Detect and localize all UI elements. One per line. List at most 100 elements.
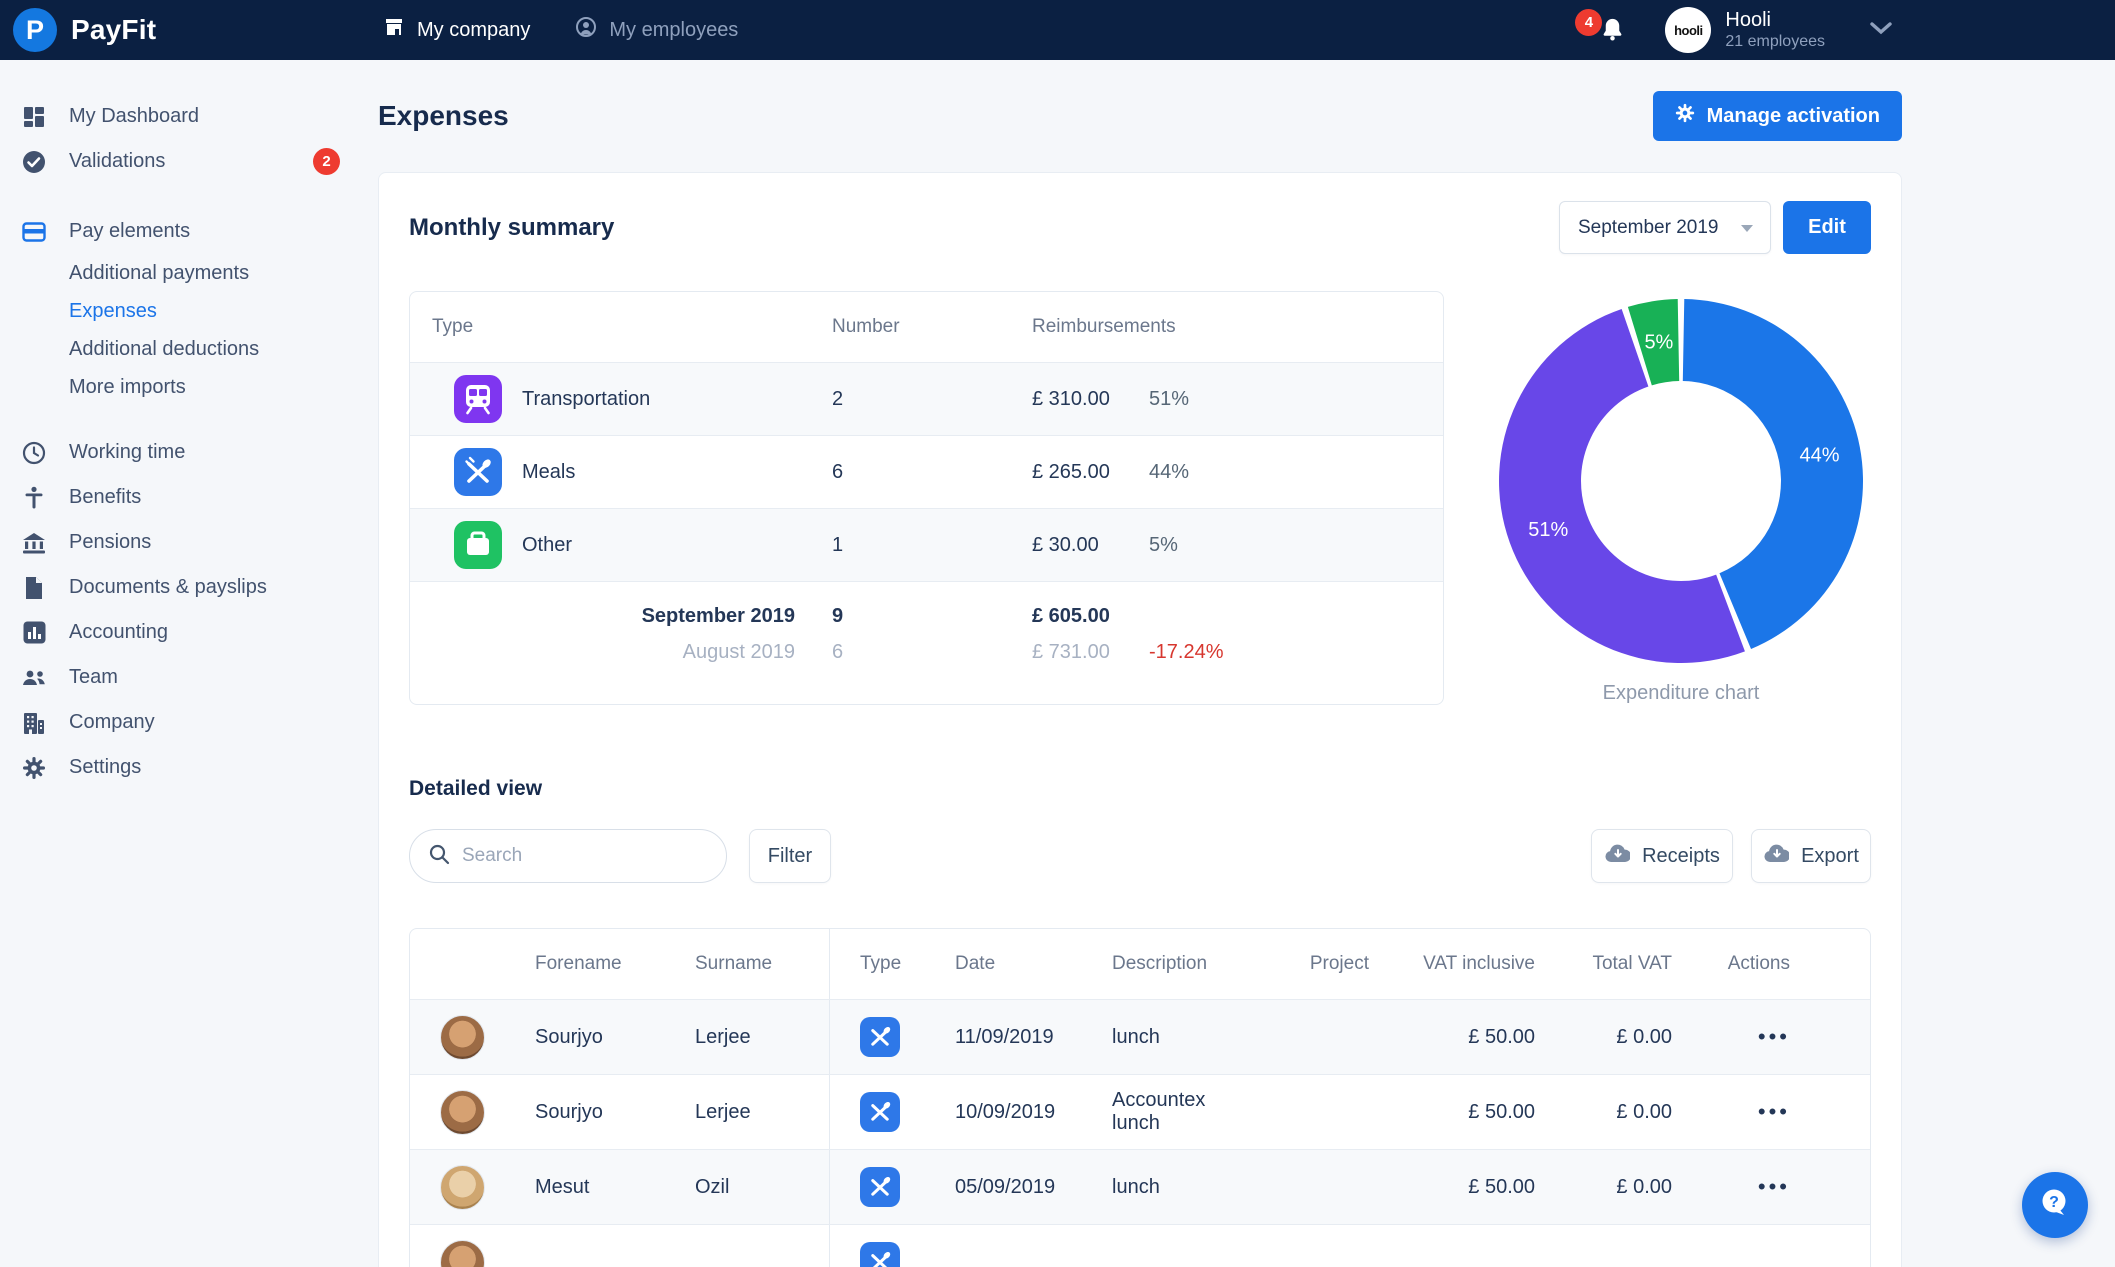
tab-my-employees[interactable]: My employees	[574, 15, 738, 45]
expenditure-donut: 44% 51% 5%	[1496, 296, 1866, 666]
row-number: 1	[832, 534, 1032, 557]
cell-surname: Lerjee	[673, 1026, 829, 1049]
row-percent: 44%	[1149, 461, 1443, 484]
cell-forename: Sourjyo	[505, 1101, 673, 1124]
filter-button-label: Filter	[768, 845, 812, 868]
person-circle-icon	[574, 15, 598, 45]
employee-avatar	[440, 1165, 485, 1210]
cell-vat: £ 50.00	[1387, 1026, 1553, 1049]
gear-icon	[1675, 103, 1695, 129]
summary-table-header: Type Number Reimbursements	[410, 292, 1443, 362]
row-actions-menu[interactable]: •••	[1758, 1174, 1790, 1199]
sidebar-item-additional-payments[interactable]: Additional payments	[0, 254, 370, 292]
page-title: Expenses	[378, 100, 509, 132]
chevron-down-icon[interactable]	[1869, 21, 1893, 40]
row-actions-menu[interactable]: •••	[1758, 1024, 1790, 1049]
cell-surname: Ozil	[673, 1176, 829, 1199]
sidebar-item-working-time[interactable]: Working time	[0, 430, 370, 475]
cell-total-vat: £ 0.00	[1553, 1176, 1690, 1199]
col-actions: Actions	[1690, 953, 1870, 975]
meals-icon	[454, 448, 502, 496]
sidebar-item-additional-deductions[interactable]: Additional deductions	[0, 330, 370, 368]
totals-month: August 2019	[410, 641, 832, 664]
clock-icon	[21, 441, 47, 465]
col-type: Type	[829, 929, 925, 999]
table-row[interactable]: Mesut Ozil 05/09/2019 lunch £ 50.00 £ 0.…	[410, 1149, 1870, 1224]
meals-icon	[860, 1092, 900, 1132]
donut-label: 44%	[1799, 445, 1839, 467]
cell-total-vat: £ 0.00	[1553, 1101, 1690, 1124]
dashboard-icon	[21, 106, 47, 128]
export-button[interactable]: Export	[1751, 829, 1871, 883]
sidebar: My Dashboard Validations 2 Pay elements …	[0, 60, 370, 790]
sidebar-item-more-imports[interactable]: More imports	[0, 368, 370, 406]
tab-my-company[interactable]: My company	[382, 15, 530, 45]
search-input[interactable]	[462, 845, 692, 867]
sidebar-item-documents[interactable]: Documents & payslips	[0, 565, 370, 610]
cell-vat: £ 50.00	[1387, 1176, 1553, 1199]
col-forename: Forename	[505, 953, 673, 975]
totals-amount: £ 605.00	[1032, 605, 1149, 628]
org-avatar[interactable]: hooli	[1665, 7, 1711, 53]
row-number: 6	[832, 461, 1032, 484]
monthly-summary-table: Type Number Reimbursements Transportatio…	[409, 291, 1444, 705]
cell-date: 11/09/2019	[925, 1026, 1082, 1049]
summary-row-other[interactable]: Other 1 £ 30.00 5%	[410, 508, 1443, 581]
sidebar-item-expenses[interactable]: Expenses	[0, 292, 370, 330]
sidebar-item-label: Benefits	[69, 486, 141, 509]
payfit-logo-icon[interactable]: P	[13, 8, 57, 52]
notifications-bell[interactable]: 4	[1599, 15, 1627, 45]
topbar-right: 4 hooli Hooli 21 employees	[1599, 7, 1893, 53]
sidebar-item-pay-elements[interactable]: Pay elements	[0, 209, 370, 254]
table-row[interactable]	[410, 1224, 1870, 1267]
table-row[interactable]: Sourjyo Lerjee 11/09/2019 lunch £ 50.00 …	[410, 999, 1870, 1074]
sidebar-item-accounting[interactable]: Accounting	[0, 610, 370, 655]
topbar: P PayFit My company My employees 4 hooli…	[0, 0, 2115, 60]
cell-description: lunch	[1082, 1026, 1242, 1049]
period-select-value: September 2019	[1578, 217, 1719, 239]
donut-label: 5%	[1644, 332, 1673, 354]
donut-label: 51%	[1528, 519, 1568, 541]
col-vat-inclusive: VAT inclusive	[1387, 953, 1553, 975]
help-button[interactable]: ?	[2022, 1172, 2088, 1238]
summary-row-meals[interactable]: Meals 6 £ 265.00 44%	[410, 435, 1443, 508]
cloud-download-icon	[1604, 843, 1630, 869]
receipts-button-label: Receipts	[1642, 845, 1720, 868]
type-label: Other	[522, 534, 572, 557]
totals-number: 9	[832, 605, 1032, 628]
employee-avatar	[440, 1240, 485, 1267]
sidebar-item-benefits[interactable]: Benefits	[0, 475, 370, 520]
cell-forename: Mesut	[505, 1176, 673, 1199]
edit-button-label: Edit	[1808, 216, 1846, 239]
sidebar-item-pensions[interactable]: Pensions	[0, 520, 370, 565]
row-actions-menu[interactable]: •••	[1758, 1099, 1790, 1124]
monthly-summary-title: Monthly summary	[409, 214, 614, 242]
sidebar-item-dashboard[interactable]: My Dashboard	[0, 94, 370, 139]
detailed-view-title: Detailed view	[409, 777, 1871, 801]
sidebar-item-label: Accounting	[69, 621, 168, 644]
person-arms-icon	[21, 486, 47, 510]
col-reimbursements: Reimbursements	[1032, 316, 1149, 338]
receipts-button[interactable]: Receipts	[1591, 829, 1733, 883]
meals-icon	[860, 1017, 900, 1057]
bar-chart-icon	[21, 621, 47, 644]
manage-activation-button[interactable]: Manage activation	[1653, 91, 1902, 141]
row-amount: £ 310.00	[1032, 388, 1149, 411]
table-row[interactable]: Sourjyo Lerjee 10/09/2019 Accountex lunc…	[410, 1074, 1870, 1149]
totals-previous: August 2019 6 £ 731.00 -17.24%	[410, 634, 1443, 670]
sidebar-item-company[interactable]: Company	[0, 700, 370, 745]
caret-down-icon	[1740, 217, 1754, 239]
type-label: Transportation	[522, 388, 650, 411]
briefcase-icon	[454, 521, 502, 569]
row-number: 2	[832, 388, 1032, 411]
sidebar-item-team[interactable]: Team	[0, 655, 370, 700]
totals-delta: -17.24%	[1149, 641, 1443, 664]
sidebar-item-settings[interactable]: Settings	[0, 745, 370, 790]
col-total-vat: Total VAT	[1553, 953, 1690, 975]
summary-row-transportation[interactable]: Transportation 2 £ 310.00 51%	[410, 362, 1443, 435]
sidebar-item-label: Pensions	[69, 531, 151, 554]
edit-button[interactable]: Edit	[1783, 201, 1871, 254]
period-select[interactable]: September 2019	[1559, 201, 1771, 254]
filter-button[interactable]: Filter	[749, 829, 831, 883]
sidebar-item-validations[interactable]: Validations 2	[0, 139, 370, 184]
